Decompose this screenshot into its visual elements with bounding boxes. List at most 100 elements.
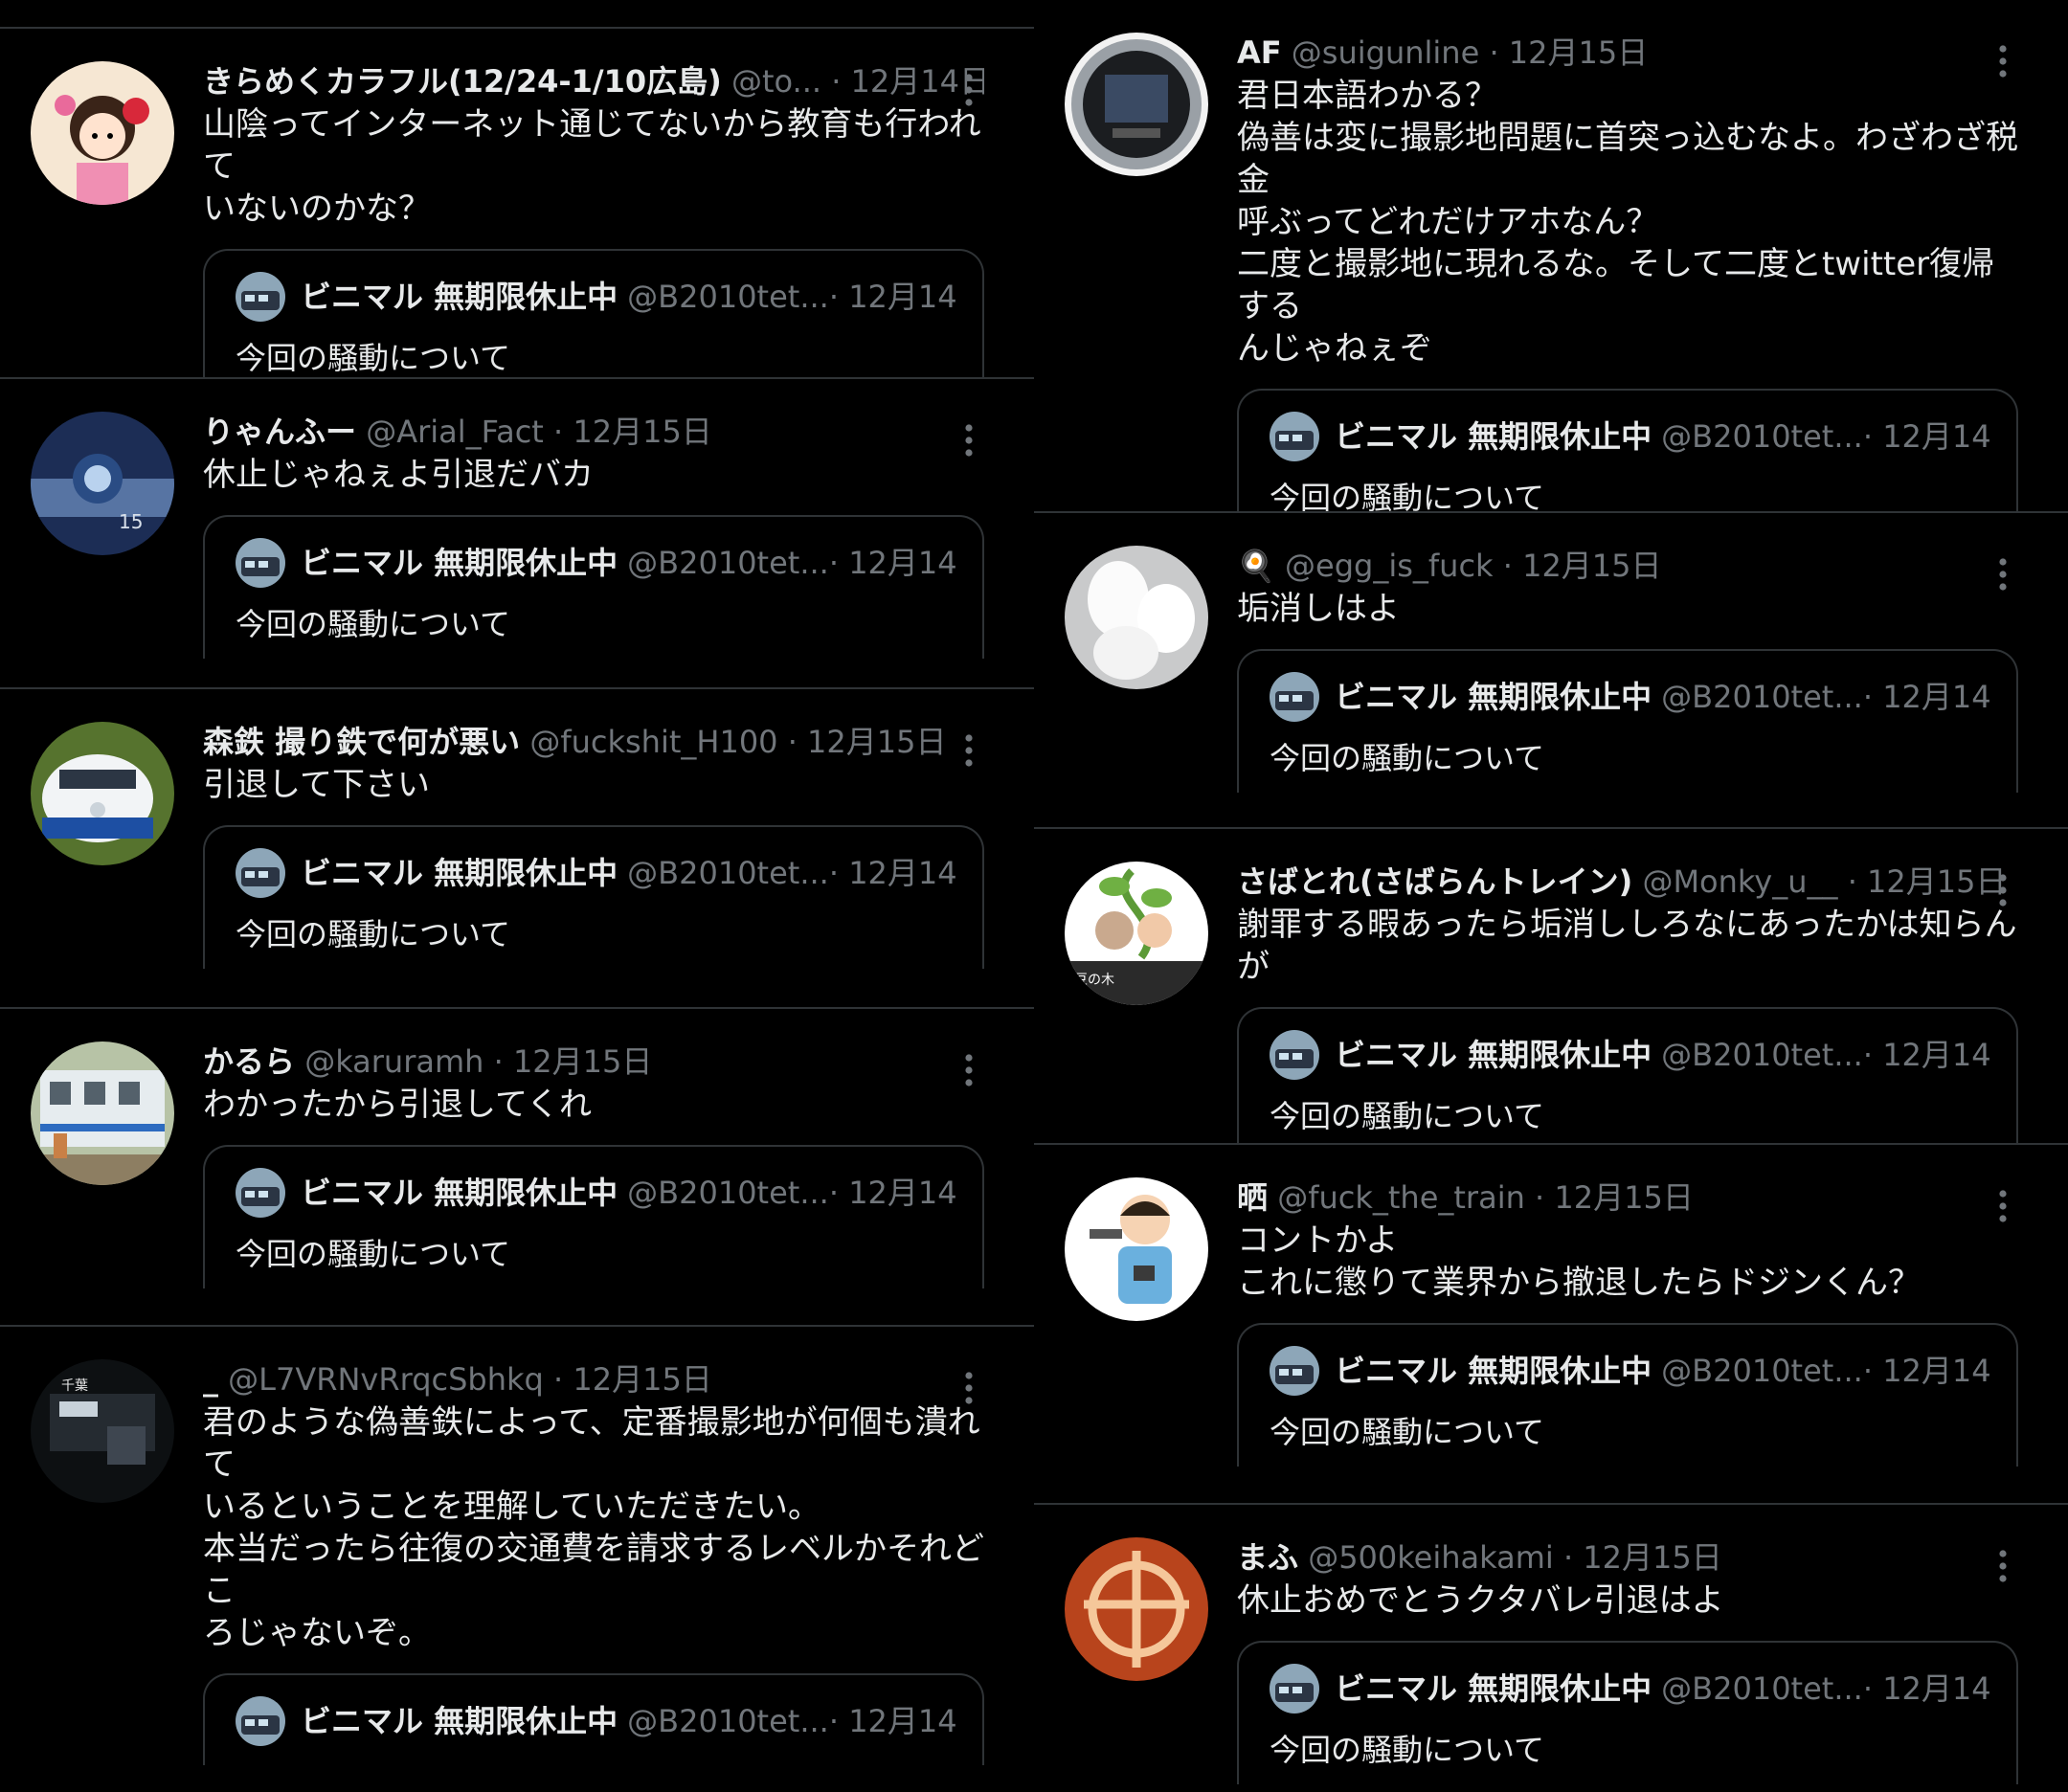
- username[interactable]: @L7VRNvRrqcSbhkq: [228, 1361, 544, 1398]
- tweet[interactable]: 15 りゃんふー @Arial_Fact · 12月15日 休止じゃねぇよ引退だ…: [0, 377, 1034, 687]
- username[interactable]: @suigunline: [1292, 34, 1479, 71]
- timestamp[interactable]: · 12月15日: [494, 1043, 653, 1080]
- avatar[interactable]: [1065, 546, 1208, 689]
- quoted-tweet[interactable]: ビニマル 無期限休止中 @B2010tet... · 12月14日 今回の騒動に…: [203, 825, 984, 969]
- username[interactable]: @Arial_Fact: [366, 414, 544, 450]
- tweet[interactable]: 千葉 _ @L7VRNvRrqcSbhkq · 12月15日 君のような偽善鉄に…: [0, 1325, 1034, 1765]
- timestamp[interactable]: · 12月15日: [1563, 1539, 1722, 1576]
- tweet-text: 引退して下さい: [203, 766, 430, 804]
- quoted-display-name: ビニマル 無期限休止中: [301, 279, 618, 315]
- more-options-icon[interactable]: [950, 1051, 988, 1089]
- tweet[interactable]: かるら @karuramh · 12月15日 わかったから引退してくれ ビニマル…: [0, 1007, 1034, 1325]
- quoted-tweet[interactable]: ビニマル 無期限休止中 @B2010tet... · 12月14日 今回の騒動に…: [203, 1145, 984, 1288]
- tweet[interactable]: きらめくカラフル(12/24-1/10広島) @to... · 12月14日 山…: [0, 27, 1034, 377]
- tweet[interactable]: まふ @500keihakami · 12月15日 休止おめでとうクタバレ引退は…: [1034, 1503, 2068, 1792]
- avatar[interactable]: 千葉: [31, 1359, 174, 1503]
- more-options-icon[interactable]: [950, 421, 988, 459]
- more-options-icon[interactable]: [1984, 42, 2022, 80]
- more-options-icon[interactable]: [1984, 555, 2022, 594]
- quoted-avatar: [236, 272, 285, 322]
- timestamp[interactable]: · 12月15日: [1535, 1179, 1694, 1216]
- quoted-avatar: [236, 1696, 285, 1746]
- avatar[interactable]: [31, 61, 174, 205]
- quoted-avatar: [236, 538, 285, 588]
- username[interactable]: @500keihakami: [1308, 1539, 1554, 1576]
- display-name[interactable]: 晒: [1237, 1179, 1268, 1216]
- more-options-icon[interactable]: [950, 1369, 988, 1407]
- avatar[interactable]: 15: [31, 412, 174, 555]
- display-name[interactable]: まふ: [1237, 1539, 1298, 1576]
- display-name[interactable]: 森鉄 撮り鉄で何が悪い: [203, 724, 520, 760]
- avatar[interactable]: [1065, 1537, 1208, 1681]
- username[interactable]: @to...: [731, 63, 821, 100]
- quoted-avatar: [236, 848, 285, 898]
- quoted-timestamp: · 12月14日: [828, 279, 959, 315]
- username[interactable]: @karuramh: [304, 1043, 483, 1080]
- avatar[interactable]: [31, 1042, 174, 1185]
- display-name[interactable]: りゃんふー: [203, 414, 356, 450]
- timestamp[interactable]: · 12月15日: [553, 414, 712, 450]
- avatar[interactable]: 豆の木: [1065, 862, 1208, 1005]
- timestamp[interactable]: · 12月15日: [1489, 34, 1648, 71]
- tweet-header: 森鉄 撮り鉄で何が悪い @fuckshit_H100 · 12月15日: [203, 720, 984, 764]
- timestamp[interactable]: · 12月15日: [553, 1361, 712, 1398]
- right-reply-column: AF @suigunline · 12月15日 君日本語わかる？ 偽善は変に撮影…: [1034, 0, 2068, 1792]
- timestamp[interactable]: · 12月15日: [1503, 548, 1662, 584]
- display-name[interactable]: きらめくカラフル(12/24-1/10広島): [203, 63, 722, 100]
- tweet-text: 休止おめでとうクタバレ引退はよ: [1237, 1581, 1724, 1620]
- more-options-icon[interactable]: [950, 71, 988, 109]
- avatar[interactable]: [1065, 33, 1208, 176]
- quoted-avatar: [1270, 672, 1319, 722]
- tweet[interactable]: 豆の木 さばとれ(さばらんトレイン) @Monky_u__ · 12月15日 謝…: [1034, 827, 2068, 1143]
- svg-text:豆の木: 豆の木: [1074, 973, 1114, 988]
- quoted-tweet[interactable]: ビニマル 無期限休止中 @B2010tet... · 12月14日 今回の騒動に…: [1237, 649, 2018, 793]
- svg-text:15: 15: [119, 510, 143, 533]
- tweet[interactable]: AF @suigunline · 12月15日 君日本語わかる？ 偽善は変に撮影…: [1034, 0, 2068, 511]
- tweet-header: かるら @karuramh · 12月15日: [203, 1040, 984, 1084]
- username[interactable]: @fuckshit_H100: [529, 724, 777, 760]
- quoted-timestamp: · 12月14日: [828, 1703, 959, 1739]
- tweet-text: コントかよ これに懲りて業界から撤退したらドジンくん？: [1237, 1221, 1921, 1302]
- quoted-tweet[interactable]: ビニマル 無期限休止中 @B2010tet... · 12月14日 今回の騒動に…: [1237, 1323, 2018, 1467]
- display-name[interactable]: 🍳: [1237, 548, 1275, 584]
- username[interactable]: @Monky_u__: [1642, 863, 1837, 900]
- quoted-username: @B2010tet...: [627, 1175, 829, 1211]
- avatar[interactable]: [31, 722, 174, 865]
- display-name[interactable]: AF: [1237, 34, 1282, 71]
- quoted-timestamp: · 12月14日: [1862, 679, 1993, 715]
- quoted-timestamp: · 12月14日: [1862, 418, 1993, 455]
- tweet[interactable]: 森鉄 撮り鉄で何が悪い @fuckshit_H100 · 12月15日 引退して…: [0, 687, 1034, 1007]
- tweet[interactable]: 晒 @fuck_the_train · 12月15日 コントかよ これに懲りて業…: [1034, 1143, 2068, 1503]
- more-options-icon[interactable]: [1984, 1547, 2022, 1585]
- quoted-tweet[interactable]: ビニマル 無期限休止中 @B2010tet... · 12月14日 今回の騒動に…: [203, 1673, 984, 1765]
- more-options-icon[interactable]: [950, 731, 988, 770]
- more-options-icon[interactable]: [1984, 1187, 2022, 1225]
- quoted-avatar: [1270, 412, 1319, 461]
- quoted-username: @B2010tet...: [1661, 679, 1863, 715]
- quoted-tweet[interactable]: ビニマル 無期限休止中 @B2010tet... · 12月14日 今回の騒動に…: [203, 249, 984, 377]
- quoted-display-name: ビニマル 無期限休止中: [301, 855, 618, 891]
- tweet-header: 晒 @fuck_the_train · 12月15日: [1237, 1176, 2018, 1220]
- quoted-avatar: [1270, 1030, 1319, 1080]
- quoted-timestamp: · 12月14日: [1862, 1037, 1993, 1073]
- quoted-text: 今回の騒動について: [236, 1761, 959, 1765]
- quoted-tweet[interactable]: ビニマル 無期限休止中 @B2010tet... · 12月14日 今回の騒動に…: [1237, 1007, 2018, 1143]
- display-name[interactable]: さばとれ(さばらんトレイン): [1237, 863, 1632, 900]
- timestamp[interactable]: · 12月15日: [788, 724, 947, 760]
- quoted-username: @B2010tet...: [627, 279, 829, 315]
- quoted-tweet[interactable]: ビニマル 無期限休止中 @B2010tet... · 12月14日 今回の騒動に…: [203, 515, 984, 659]
- display-name[interactable]: _: [203, 1361, 218, 1398]
- quoted-tweet[interactable]: ビニマル 無期限休止中 @B2010tet... · 12月14日 今回の騒動に…: [1237, 1641, 2018, 1784]
- tweet-text: 謝罪する暇あったら垢消ししろなにあったかは知らんが: [1237, 906, 2017, 986]
- timestamp[interactable]: · 12月15日: [1848, 863, 2007, 900]
- quoted-display-name: ビニマル 無期限休止中: [1335, 1037, 1652, 1073]
- username[interactable]: @egg_is_fuck: [1285, 548, 1494, 584]
- avatar[interactable]: [1065, 1177, 1208, 1321]
- username[interactable]: @fuck_the_train: [1277, 1179, 1525, 1216]
- more-options-icon[interactable]: [1984, 871, 2022, 909]
- quoted-tweet[interactable]: ビニマル 無期限休止中 @B2010tet... · 12月14日 今回の騒動に…: [1237, 389, 2018, 511]
- tweet[interactable]: 🍳 @egg_is_fuck · 12月15日 垢消しはよ ビニマル 無期限休止…: [1034, 511, 2068, 827]
- display-name[interactable]: かるら: [203, 1043, 295, 1080]
- quoted-timestamp: · 12月14日: [828, 545, 959, 581]
- quoted-display-name: ビニマル 無期限休止中: [301, 1703, 618, 1739]
